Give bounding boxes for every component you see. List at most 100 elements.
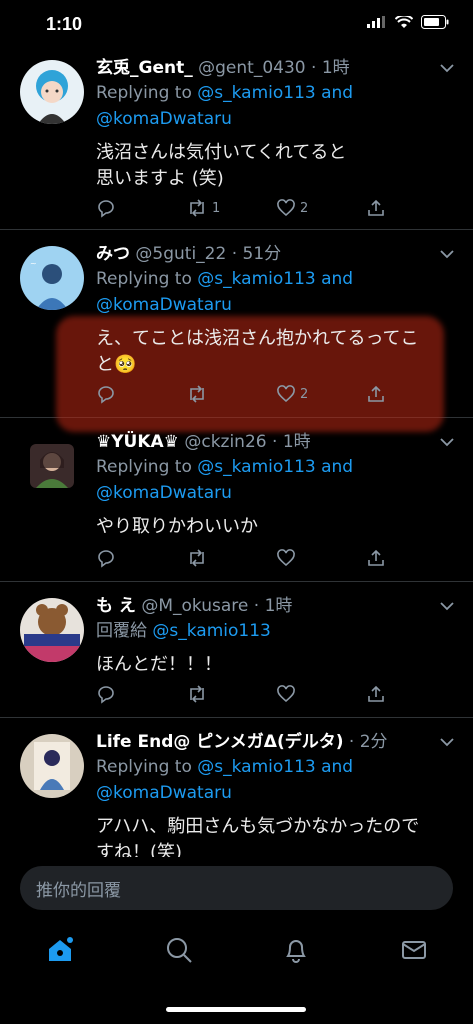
avatar[interactable] <box>20 734 84 798</box>
tweet-header: Life End@ ピンメガΔ(デルタ) · 2分 <box>96 732 388 752</box>
tweet-time: 51分 <box>242 244 282 264</box>
display-name[interactable]: 玄兎_Gent_ <box>96 58 193 78</box>
tweet-actions <box>96 546 406 570</box>
signal-icon <box>367 16 385 28</box>
reply-button[interactable] <box>96 548 136 568</box>
tweet-header: ♛YÜKA♛ @ckzin26 · 1時 <box>96 432 311 452</box>
mention-link[interactable]: @s_kamio113 <box>152 621 270 641</box>
display-name[interactable]: みつ <box>96 244 130 264</box>
tweet-text: アハハ、駒田さんも気づかなかったので すね！(笑) <box>96 816 420 857</box>
svg-text:~: ~ <box>30 259 37 268</box>
avatar[interactable] <box>20 60 84 124</box>
bottom-tab-bar <box>0 920 473 980</box>
retweet-button[interactable]: 1 <box>186 198 226 218</box>
tweet[interactable]: も え @M_okusare · 1時 回覆給 @s_kamio113 ほんとだ… <box>0 582 473 718</box>
reply-button[interactable] <box>96 384 136 404</box>
replying-to: 回覆給 @s_kamio113 <box>96 621 271 641</box>
like-icon <box>277 199 295 217</box>
tweet[interactable]: Life End@ ピンメガΔ(デルタ) · 2分 Replying to @s… <box>0 718 473 857</box>
share-icon <box>368 549 384 566</box>
reply-icon <box>98 550 114 568</box>
status-time: 1:10 <box>46 14 83 34</box>
tweet-header: 玄兎_Gent_ @gent_0430 · 1時 <box>96 58 350 78</box>
wifi-icon <box>395 15 413 28</box>
display-name[interactable]: Life End@ ピンメガΔ(デルタ) <box>96 732 344 752</box>
mention-link[interactable]: @s_kamio113 <box>197 457 315 477</box>
chevron-down-icon[interactable] <box>439 246 455 262</box>
reply-icon <box>98 686 114 704</box>
replying-to: Replying to @s_kamio113 and @komaDwataru <box>96 83 354 129</box>
share-button[interactable] <box>366 198 406 218</box>
like-icon <box>277 549 295 567</box>
mention-link[interactable]: @komaDwataru <box>96 295 232 315</box>
retweet-icon <box>190 549 204 567</box>
replying-to: Replying to @s_kamio113 and @komaDwataru <box>96 457 354 503</box>
share-icon <box>368 685 384 702</box>
tweet[interactable]: ~ みつ @5guti_22 · 51分 Replying to @s_kami… <box>0 230 473 432</box>
tweet-text: やり取りかわいいか <box>96 516 258 537</box>
tweet-actions <box>96 682 406 706</box>
chevron-down-icon[interactable] <box>439 734 455 750</box>
reply-button[interactable] <box>96 198 136 218</box>
status-icons <box>367 15 449 29</box>
like-icon <box>277 385 295 403</box>
chevron-down-icon[interactable] <box>439 434 455 450</box>
user-handle: @M_okusare <box>141 596 249 616</box>
tweet-header: みつ @5guti_22 · 51分 <box>96 244 282 264</box>
user-handle: @5guti_22 <box>135 244 227 264</box>
reply-input[interactable]: 推你的回覆 <box>20 866 453 910</box>
like-count: 2 <box>300 386 309 402</box>
display-name[interactable]: ♛YÜKA♛ <box>96 432 179 452</box>
mention-link[interactable]: @s_kamio113 <box>197 83 315 103</box>
tweet[interactable]: ♛YÜKA♛ @ckzin26 · 1時 Replying to @s_kami… <box>0 418 473 582</box>
tweet-time: 1時 <box>282 432 311 452</box>
avatar[interactable]: ~ <box>20 246 84 310</box>
retweet-button[interactable] <box>186 684 226 704</box>
retweet-icon <box>190 199 204 217</box>
tweet-time: 1時 <box>321 58 350 78</box>
tweet-text: え、てことは浅沼さん抱かれてるってこ と🥺 <box>96 328 419 375</box>
replying-to: Replying to @s_kamio113 and @komaDwataru <box>96 269 354 315</box>
mail-icon[interactable] <box>400 936 428 964</box>
status-bar: 1:10 <box>0 0 473 52</box>
tweet-time: 2分 <box>359 732 388 752</box>
chevron-down-icon[interactable] <box>439 598 455 614</box>
reply-placeholder: 推你的回覆 <box>36 881 121 901</box>
like-button[interactable] <box>276 684 316 704</box>
retweet-icon <box>190 385 204 403</box>
tweet-header: も え @M_okusare · 1時 <box>96 596 293 616</box>
like-button[interactable]: 2 <box>276 198 316 218</box>
retweet-icon <box>190 685 204 703</box>
retweet-button[interactable] <box>186 384 226 404</box>
like-icon <box>277 685 295 703</box>
user-handle: @gent_0430 <box>198 58 306 78</box>
tweet-actions: 1 2 <box>96 196 406 220</box>
display-name[interactable]: も え <box>96 596 136 616</box>
chevron-down-icon[interactable] <box>439 60 455 76</box>
tweet[interactable]: 玄兎_Gent_ @gent_0430 · 1時 Replying to @s_… <box>0 52 473 230</box>
mention-link[interactable]: @komaDwataru <box>96 483 232 503</box>
mention-link[interactable]: @komaDwataru <box>96 783 232 803</box>
share-button[interactable] <box>366 384 406 404</box>
like-button[interactable] <box>276 548 316 568</box>
reply-icon <box>98 200 114 218</box>
avatar[interactable] <box>30 444 74 488</box>
reply-icon <box>98 386 114 404</box>
retweet-button[interactable] <box>186 548 226 568</box>
like-count: 2 <box>300 200 309 216</box>
share-button[interactable] <box>366 684 406 704</box>
search-icon[interactable] <box>165 936 193 964</box>
home-icon[interactable] <box>45 935 75 965</box>
avatar[interactable] <box>20 598 84 662</box>
reply-button[interactable] <box>96 684 136 704</box>
share-icon <box>368 385 384 402</box>
mention-link[interactable]: @s_kamio113 <box>197 269 315 289</box>
mention-link[interactable]: @s_kamio113 <box>197 757 315 777</box>
like-button[interactable]: 2 <box>276 384 316 404</box>
mention-link[interactable]: @komaDwataru <box>96 109 232 129</box>
replies-feed[interactable]: 玄兎_Gent_ @gent_0430 · 1時 Replying to @s_… <box>0 52 473 857</box>
bell-icon[interactable] <box>282 936 310 964</box>
share-icon <box>368 199 384 216</box>
home-indicator[interactable] <box>166 1007 306 1012</box>
share-button[interactable] <box>366 548 406 568</box>
